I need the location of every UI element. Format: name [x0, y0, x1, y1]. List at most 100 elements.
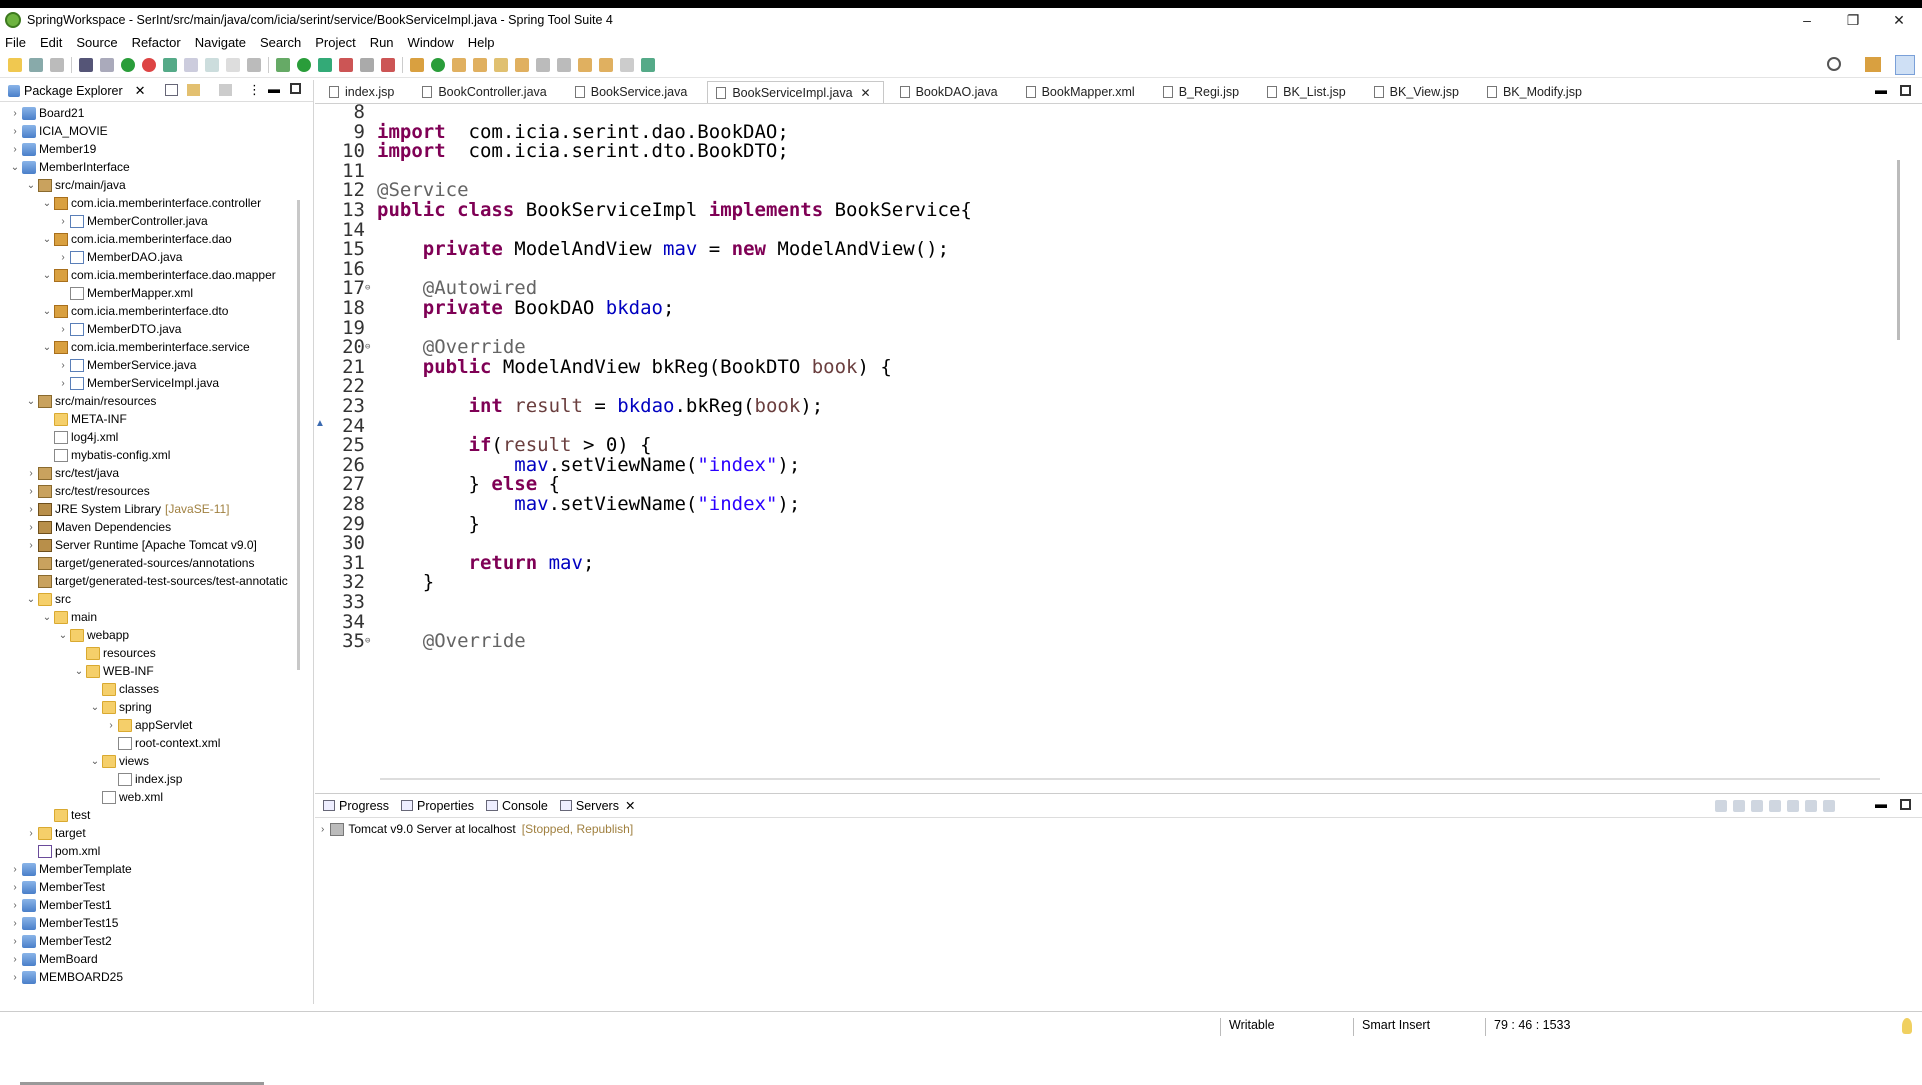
tree-item[interactable]: ⌄ com.icia.memberinterface.dao — [40, 230, 232, 248]
editor-tab[interactable]: BookMapper.xml — [1018, 81, 1147, 103]
tree-item[interactable]: mybatis-config.xml — [40, 446, 170, 464]
forward-icon[interactable] — [620, 57, 634, 72]
open-perspective-icon[interactable] — [1865, 57, 1881, 72]
close-tab-icon[interactable]: ✕ — [625, 798, 635, 813]
editor-horizontal-scrollbar[interactable] — [380, 778, 1880, 780]
spring-relaunch-icon[interactable] — [142, 57, 156, 72]
tree-item[interactable]: › MemberTest1 — [8, 896, 111, 914]
tree-item[interactable]: ⌄ views — [88, 752, 149, 770]
minimize-editor-icon[interactable]: ▬ — [1875, 83, 1887, 97]
tree-item[interactable]: › MEMBOARD25 — [8, 968, 123, 984]
tip-bulb-icon[interactable] — [1902, 1018, 1912, 1034]
tree-item[interactable]: ⌄ src/main/java — [24, 176, 126, 194]
expand-arrow-icon[interactable]: › — [56, 324, 70, 335]
menu-source[interactable]: Source — [76, 35, 117, 50]
paragraph-icon[interactable] — [247, 57, 261, 72]
new-package-icon[interactable] — [410, 57, 424, 72]
minimize-panel-icon[interactable]: ▬ — [1875, 797, 1887, 811]
editor-tab[interactable]: index.jsp — [321, 81, 406, 103]
editor-tab[interactable]: B_Regi.jsp — [1155, 81, 1251, 103]
tree-item[interactable]: ⌄ webapp — [56, 626, 129, 644]
expand-arrow-icon[interactable]: › — [24, 540, 38, 551]
bottom-tab[interactable]: Console — [486, 799, 548, 813]
stop-server-icon[interactable] — [1787, 800, 1799, 812]
tree-item[interactable]: ⌄ com.icia.memberinterface.dao.mapper — [40, 266, 276, 284]
tree-item[interactable]: web.xml — [88, 788, 163, 806]
expand-arrow-icon[interactable]: › — [8, 864, 22, 875]
previous-annotation-icon[interactable] — [557, 57, 571, 72]
tree-item[interactable]: › ICIA_MOVIE — [8, 122, 107, 140]
tree-item[interactable]: ⌄ MemberInterface — [8, 158, 130, 176]
java-perspective-icon[interactable] — [1895, 55, 1915, 75]
maximize-button[interactable]: ❐ — [1830, 8, 1876, 32]
tree-item[interactable]: ⌄ com.icia.memberinterface.dto — [40, 302, 229, 320]
open-type-icon[interactable] — [452, 57, 466, 72]
expand-arrow-icon[interactable]: ⌄ — [24, 396, 38, 407]
tree-item[interactable]: log4j.xml — [40, 428, 118, 446]
tree-item[interactable]: ⌄ com.icia.memberinterface.controller — [40, 194, 261, 212]
new-class-icon[interactable] — [431, 57, 445, 72]
expand-arrow-icon[interactable]: › — [8, 108, 22, 119]
tree-item[interactable]: target/generated-sources/annotations — [24, 554, 254, 572]
expand-arrow-icon[interactable]: ⌄ — [8, 162, 22, 173]
expand-arrow-icon[interactable]: › — [56, 252, 70, 263]
save-icon[interactable] — [29, 57, 43, 72]
expand-arrow-icon[interactable]: › — [24, 504, 38, 515]
editor-tab[interactable]: BookService.java — [567, 81, 700, 103]
toggle-mark-occurrences-icon[interactable] — [184, 57, 198, 72]
search-icon[interactable] — [494, 57, 508, 72]
tree-item[interactable]: index.jsp — [104, 770, 182, 788]
expand-arrow-icon[interactable]: › — [8, 972, 22, 983]
next-annotation-icon[interactable] — [536, 57, 550, 72]
tree-item[interactable]: › Maven Dependencies — [24, 518, 171, 536]
menu-file[interactable]: File — [5, 35, 26, 50]
tree-item[interactable]: pom.xml — [24, 842, 100, 860]
expand-arrow-icon[interactable]: ⌄ — [40, 270, 54, 281]
fold-toggle-icon[interactable]: ⊖ — [365, 283, 370, 293]
view-menu-icon[interactable] — [1823, 800, 1835, 812]
expand-arrow-icon[interactable]: › — [24, 486, 38, 497]
show-whitespace-icon[interactable] — [226, 57, 240, 72]
tree-item[interactable]: ⌄ spring — [88, 698, 152, 716]
terminal-icon[interactable] — [79, 57, 93, 72]
code-area[interactable]: 8 9 import com.icia.serint.dao.BookDAO; 10 i… — [315, 104, 1895, 772]
skip-breakpoints-icon[interactable] — [100, 57, 114, 72]
expand-arrow-icon[interactable]: › — [56, 216, 70, 227]
expand-arrow-icon[interactable]: ⌄ — [40, 198, 54, 209]
back-icon[interactable] — [599, 57, 613, 72]
menu-navigate[interactable]: Navigate — [195, 35, 246, 50]
link-with-editor-icon[interactable] — [187, 84, 200, 96]
tree-item[interactable]: › MemberController.java — [56, 212, 207, 230]
tree-item[interactable]: › MemberTemplate — [8, 860, 131, 878]
bottom-tab[interactable]: Properties — [401, 799, 474, 813]
publish-icon[interactable] — [1805, 800, 1817, 812]
search-type-icon[interactable] — [163, 57, 177, 72]
expand-arrow-icon[interactable]: ⌄ — [40, 234, 54, 245]
expand-arrow-icon[interactable]: ⌄ — [88, 702, 102, 713]
editor-tab[interactable]: BookController.java — [414, 81, 558, 103]
expand-arrow-icon[interactable]: ⌄ — [72, 666, 86, 677]
tree-item[interactable]: › Board21 — [8, 104, 84, 122]
tree-item[interactable]: › MemberDTO.java — [56, 320, 181, 338]
expand-arrow-icon[interactable]: ⌄ — [88, 756, 102, 767]
editor-tab[interactable]: BK_Modify.jsp — [1479, 81, 1594, 103]
tree-item[interactable]: › target — [24, 824, 85, 842]
debug-server-icon[interactable] — [1733, 800, 1745, 812]
tree-item[interactable]: › MemberDAO.java — [56, 248, 182, 266]
tree-item[interactable]: MemberMapper.xml — [56, 284, 193, 302]
close-button[interactable]: ✕ — [1876, 8, 1922, 32]
package-explorer-title[interactable]: Package Explorer — [24, 84, 123, 98]
menu-help[interactable]: Help — [468, 35, 495, 50]
expand-arrow-icon[interactable]: › — [8, 954, 22, 965]
bottom-tab[interactable]: Progress — [323, 799, 389, 813]
tree-item[interactable]: root-context.xml — [104, 734, 220, 752]
debug-icon[interactable] — [276, 57, 290, 72]
coverage-icon[interactable] — [318, 57, 332, 72]
tree-item[interactable]: resources — [72, 644, 156, 662]
collapse-all-icon[interactable] — [165, 84, 178, 96]
maximize-view-icon[interactable] — [290, 83, 301, 94]
expand-arrow-icon[interactable]: ⌄ — [24, 180, 38, 191]
profile-server-icon[interactable] — [1769, 800, 1781, 812]
editor-vertical-scrollbar[interactable] — [1897, 160, 1900, 340]
tree-item[interactable]: META-INF — [40, 410, 127, 428]
